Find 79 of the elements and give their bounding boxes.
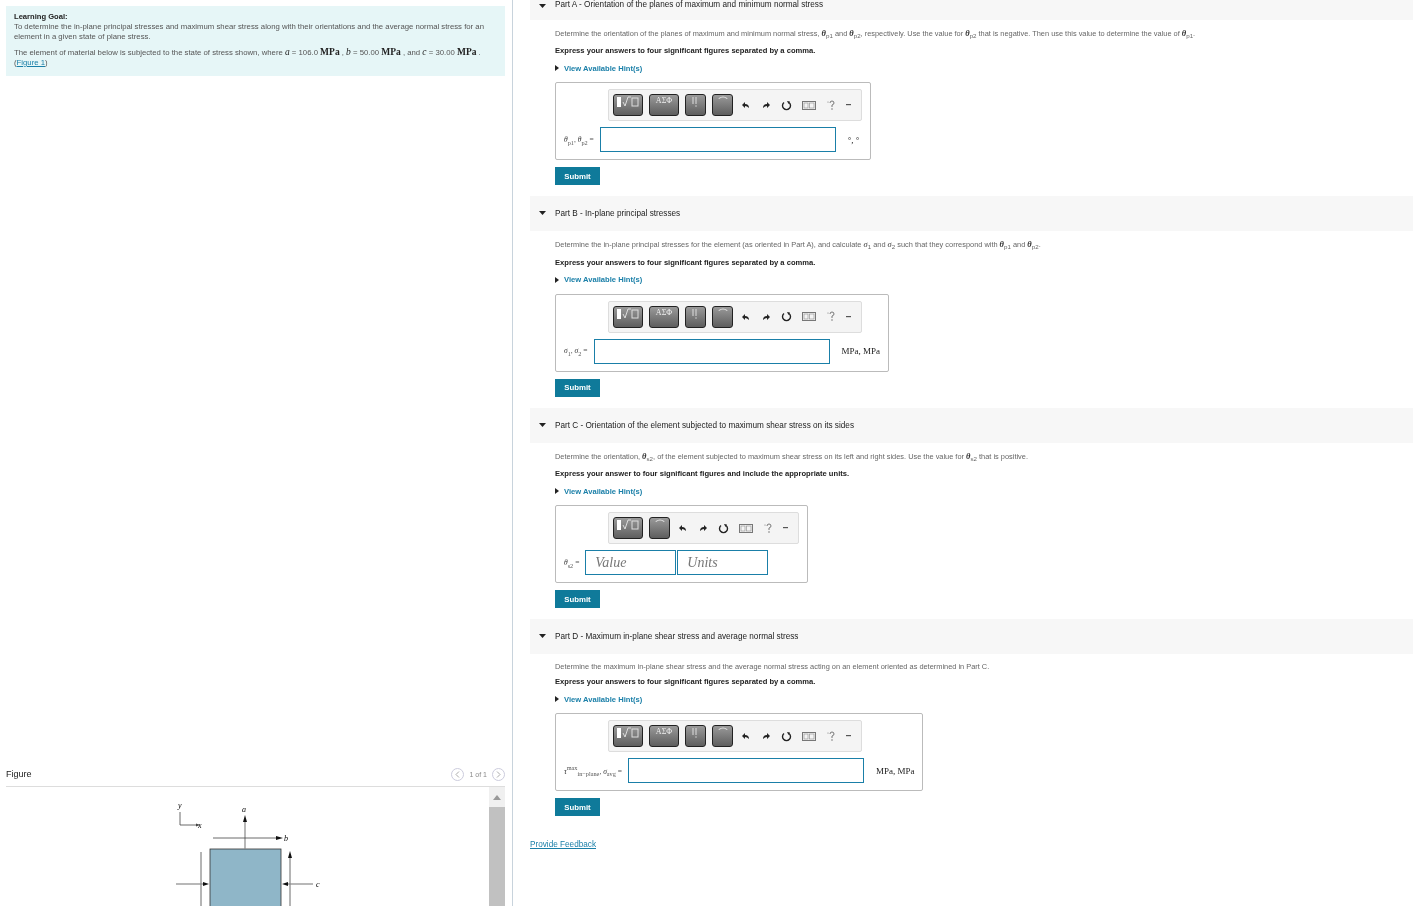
templates-button[interactable]: [613, 517, 643, 540]
caret-icon[interactable]: [539, 3, 546, 10]
template-icon: [616, 307, 640, 320]
vector-button[interactable]: [685, 94, 706, 117]
triangle-icon: [555, 65, 559, 72]
template-icon: [616, 519, 640, 532]
more-icon[interactable]: [783, 527, 788, 530]
keyboard-icon[interactable]: [802, 100, 816, 110]
answer-field[interactable]: Value: [585, 550, 677, 576]
undo-icon[interactable]: [741, 731, 751, 742]
units-label: MPa, MPa: [875, 765, 915, 776]
help-icon[interactable]: [826, 311, 836, 323]
reset-icon[interactable]: [781, 730, 792, 742]
symbols-button[interactable]: ΑΣΦ: [649, 725, 679, 748]
keyboard-icon[interactable]: [802, 731, 816, 741]
reset-icon[interactable]: [781, 311, 792, 323]
undo-icon[interactable]: [678, 523, 688, 534]
stress-arrow: [175, 882, 209, 886]
redo-icon[interactable]: [698, 523, 708, 534]
template-icon: [616, 96, 640, 109]
more-icon[interactable]: [846, 315, 851, 318]
feedback-link[interactable]: Provide Feedback: [530, 840, 1413, 850]
part-header[interactable]: Part C - Orientation of the element subjected to maximum shear stress on its sides: [530, 407, 1413, 443]
answer-field[interactable]: [627, 758, 864, 784]
answer-field[interactable]: Units: [677, 550, 769, 576]
units-label: °, °: [847, 134, 860, 145]
help-icon[interactable]: [826, 99, 836, 111]
redo-icon[interactable]: [761, 311, 771, 322]
symbols-button[interactable]: ΑΣΦ: [649, 305, 679, 328]
units-button[interactable]: [649, 517, 670, 540]
more-icon[interactable]: [846, 735, 851, 738]
answer-field[interactable]: [593, 338, 830, 364]
units-icon: [717, 727, 728, 731]
part-header[interactable]: Part A - Orientation of the planes of maximum and minimum normal stress: [530, 0, 1413, 20]
undo-icon[interactable]: [741, 100, 751, 111]
arrow-label: b: [284, 834, 288, 843]
axes-drawing: y x: [178, 801, 202, 830]
reset-icon[interactable]: [718, 522, 729, 534]
chevron-right-icon: [496, 770, 501, 778]
units-label: MPa, MPa: [841, 346, 881, 357]
chevron-left-icon: [455, 770, 461, 778]
keyboard-icon[interactable]: [739, 523, 753, 533]
units-icon: [717, 307, 728, 311]
arrow-label: c: [316, 880, 320, 889]
units-icon: [654, 519, 665, 523]
vector-button[interactable]: [685, 725, 706, 748]
templates-button[interactable]: [613, 94, 643, 117]
help-icon[interactable]: [763, 522, 773, 534]
more-icon[interactable]: [846, 104, 851, 107]
keyboard-icon[interactable]: [802, 312, 816, 322]
vector-button[interactable]: [685, 305, 706, 328]
scrollbar[interactable]: [489, 787, 505, 906]
answer-field[interactable]: [599, 127, 836, 153]
redo-icon[interactable]: [761, 100, 771, 111]
caret-icon[interactable]: [539, 421, 546, 429]
triangle-icon: [555, 696, 559, 703]
part-title: Part C - Orientation of the element subjected to maximum shear stress on its sides: [555, 420, 854, 430]
templates-button[interactable]: [613, 725, 643, 748]
reset-icon[interactable]: [781, 99, 792, 111]
help-icon[interactable]: [826, 730, 836, 742]
units-button[interactable]: [712, 94, 733, 117]
figure-title: Figure: [6, 769, 33, 779]
triangle-icon: [555, 276, 559, 283]
caret-icon[interactable]: [539, 633, 546, 641]
part-header[interactable]: Part B - In-plane principal stresses: [530, 196, 1413, 232]
part-title: Part D - Maximum in-plane shear stress and average normal stress: [555, 632, 799, 642]
template-icon: [616, 727, 640, 740]
redo-icon[interactable]: [761, 731, 771, 742]
units-button[interactable]: [712, 305, 733, 328]
units-icon: [717, 96, 728, 100]
caret-icon[interactable]: [539, 210, 546, 218]
symbols-button[interactable]: ΑΣΦ: [649, 94, 679, 117]
part-header[interactable]: Part D - Maximum in-plane shear stress and average normal stress: [530, 619, 1413, 655]
templates-button[interactable]: [613, 305, 643, 328]
part-title: Part A - Orientation of the planes of maximum and minimum normal stress: [555, 0, 824, 9]
units-button[interactable]: [712, 725, 733, 748]
arrow-label: a: [242, 805, 246, 814]
triangle-icon: [555, 488, 559, 495]
part-title: Part B - In-plane principal stresses: [555, 209, 681, 219]
